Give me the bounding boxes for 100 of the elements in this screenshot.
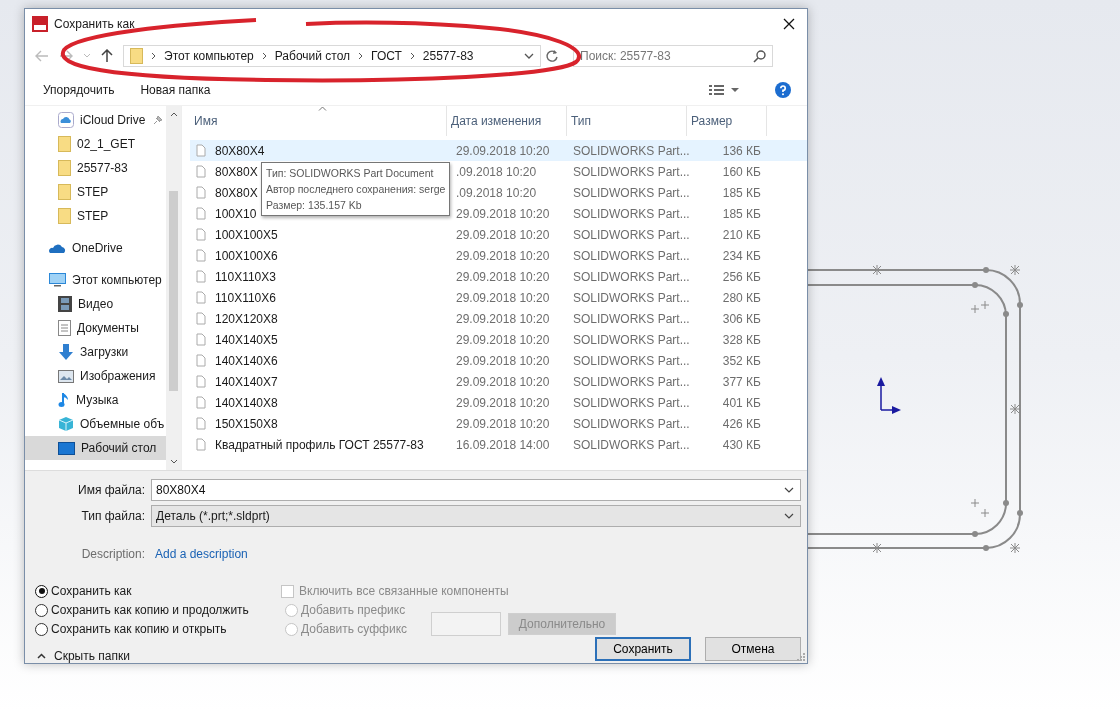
folder-icon (58, 160, 71, 177)
close-icon[interactable] (783, 17, 795, 30)
file-size: 160 КБ (722, 164, 761, 179)
resize-grip-icon[interactable] (797, 653, 805, 661)
chevron-right-icon (358, 52, 364, 61)
file-type-label: Тип файла: (80, 509, 145, 523)
modified-date: 29.09.2018 10:20 (456, 311, 550, 326)
radio-button[interactable] (35, 603, 48, 617)
column-header[interactable]: Имя (190, 106, 447, 137)
view-options-icon[interactable] (709, 83, 739, 96)
sidebar-item[interactable]: Загрузки (25, 340, 166, 365)
folder-icon (58, 136, 71, 153)
chevron-down-icon[interactable] (169, 459, 178, 464)
add-description-link[interactable]: Add a description (155, 547, 248, 561)
file-name: 140X140X7 (215, 374, 278, 389)
chevron-down-icon[interactable] (524, 53, 534, 60)
breadcrumb-item[interactable]: 25577-83 (422, 49, 474, 64)
tooltip-line: Размер: 135.157 Kb (266, 198, 363, 214)
sidebar-item[interactable]: Этот компьютер (25, 268, 166, 293)
sidebar-item[interactable]: OneDrive (25, 236, 166, 261)
breadcrumb-item[interactable]: Этот компьютер (164, 49, 254, 64)
help-icon[interactable] (775, 81, 791, 98)
radio-label[interactable]: Сохранить как (51, 584, 132, 598)
modified-date: 29.09.2018 10:20 (456, 269, 550, 284)
modified-date: .09.2018 10:20 (456, 164, 537, 179)
radio-button[interactable] (35, 622, 48, 636)
file-size: 328 КБ (722, 332, 761, 347)
film-icon (58, 296, 72, 313)
file-name: Квадратный профиль ГОСТ 25577-83 (215, 437, 424, 452)
radio-label[interactable]: Сохранить как копию и открыть (51, 622, 227, 636)
sidebar-item[interactable]: Изображения (25, 364, 166, 389)
hide-folders-button[interactable]: Скрыть папки (37, 649, 130, 663)
search-field[interactable]: Поиск: 25577-83 (573, 45, 773, 68)
modified-date: 29.09.2018 10:20 (456, 416, 550, 431)
pin-icon[interactable] (153, 115, 164, 126)
file-type: SOLIDWORKS Part... (573, 311, 690, 326)
file-name-field[interactable]: 80X80X4 (151, 479, 801, 501)
modified-date: 29.09.2018 10:20 (456, 227, 550, 242)
address-bar[interactable]: Этот компьютер Рабочий стол ГОСТ 25577-83 (123, 45, 541, 68)
search-icon[interactable] (753, 50, 766, 64)
file-size: 185 КБ (722, 185, 761, 200)
organize-menu[interactable]: Упорядочить (43, 82, 115, 97)
sidebar-item[interactable]: Объемные объ (25, 412, 166, 437)
radio-label[interactable]: Сохранить как копию и продолжить (51, 603, 249, 617)
save-button[interactable]: Сохранить (595, 637, 691, 661)
monitor-icon (49, 273, 66, 288)
sidebar-item[interactable]: Документы (25, 316, 166, 341)
file-type: SOLIDWORKS Part... (573, 143, 690, 158)
chevron-down-icon[interactable] (784, 513, 794, 519)
modified-date: 29.09.2018 10:20 (456, 143, 550, 158)
sidebar-item[interactable]: STEP (25, 204, 166, 229)
file-size: 280 КБ (722, 290, 761, 305)
description-label: Description: (80, 547, 145, 561)
column-header[interactable]: Тип (567, 106, 687, 137)
file-size: 401 КБ (722, 395, 761, 410)
file-name: 120X120X8 (215, 311, 278, 326)
file-type: SOLIDWORKS Part... (573, 269, 690, 284)
affix-field[interactable] (431, 611, 501, 636)
file-type: SOLIDWORKS Part... (573, 374, 690, 389)
modified-date: 29.09.2018 10:20 (456, 353, 550, 368)
file-type: SOLIDWORKS Part... (573, 416, 690, 431)
breadcrumb-item[interactable]: ГОСТ (371, 49, 402, 64)
new-folder-button[interactable]: Новая папка (140, 82, 211, 97)
file-type-dropdown[interactable]: Деталь (*.prt;*.sldprt) (151, 505, 801, 527)
cancel-button[interactable]: Отмена (705, 637, 801, 661)
file-name: 110X110X3 (215, 269, 276, 284)
sidebar-item[interactable]: Рабочий стол (25, 436, 166, 461)
music-note-icon (58, 392, 70, 409)
file-name: 80X80X (215, 164, 258, 179)
chevron-down-icon[interactable] (784, 487, 794, 493)
file-size: 256 КБ (722, 269, 761, 284)
sidebar-item[interactable]: Музыка (25, 388, 166, 413)
chevron-up-icon[interactable] (169, 112, 178, 118)
radio-button[interactable] (35, 584, 48, 598)
refresh-icon[interactable] (545, 49, 559, 64)
file-name: 100X10 (215, 206, 257, 221)
file-row[interactable]: 80X80X4 29.09.2018 10:20 SOLIDWORKS Part... 136 КБ (190, 140, 807, 162)
chevron-right-icon (409, 52, 415, 61)
modified-date: 29.09.2018 10:20 (456, 290, 550, 305)
file-type: SOLIDWORKS Part... (573, 353, 690, 368)
sidebar-item[interactable]: STEP (25, 180, 166, 205)
sidebar-item[interactable]: 02_1_GET (25, 132, 166, 157)
column-header[interactable]: Дата изменения (447, 106, 567, 137)
file-icon (196, 375, 206, 389)
file-size: 210 КБ (722, 227, 761, 242)
file-name: 100X100X6 (215, 248, 278, 263)
sidebar-item[interactable]: 25577-83 (25, 156, 166, 181)
up-arrow-icon[interactable] (101, 49, 113, 64)
tooltip-line: Автор последнего сохранения: serge (266, 182, 446, 198)
sidebar-item[interactable]: Видео (25, 292, 166, 317)
scrollbar[interactable] (166, 106, 181, 470)
sidebar-item[interactable]: iCloud Drive (25, 108, 166, 133)
modified-date: 29.09.2018 10:20 (456, 332, 550, 347)
column-header[interactable]: Размер (687, 106, 767, 137)
file-name-label: Имя файла: (77, 483, 145, 497)
origin-axes-icon (877, 377, 901, 414)
file-type: SOLIDWORKS Part... (573, 227, 690, 242)
file-size: 185 КБ (722, 206, 761, 221)
breadcrumb-item[interactable]: Рабочий стол (274, 49, 351, 64)
file-type: SOLIDWORKS Part... (573, 437, 690, 452)
